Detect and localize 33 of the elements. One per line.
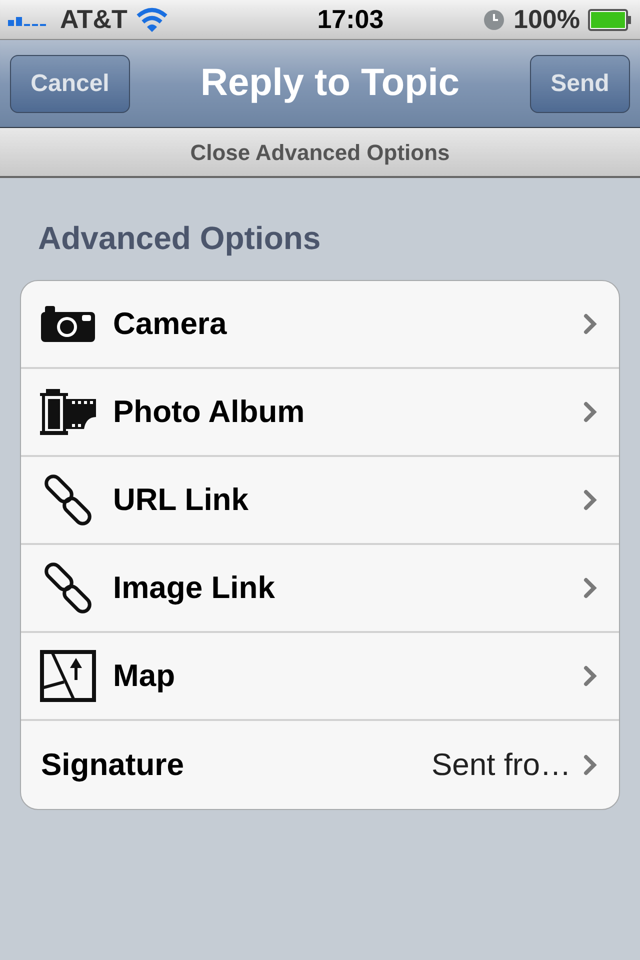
chevron-icon bbox=[583, 577, 597, 599]
row-label: Signature bbox=[41, 746, 185, 784]
row-label: URL Link bbox=[113, 480, 250, 519]
chevron-icon bbox=[583, 754, 597, 776]
camera-icon bbox=[41, 306, 95, 342]
chevron-icon bbox=[583, 401, 597, 423]
chevron-icon bbox=[583, 313, 597, 335]
screen-title: Reply to Topic bbox=[200, 61, 460, 106]
row-label: Photo Album bbox=[113, 392, 306, 431]
alarm-icon bbox=[483, 8, 506, 30]
chevron-icon bbox=[583, 665, 597, 687]
section-heading: Advanced Options bbox=[37, 219, 322, 258]
list-row[interactable]: Image Link bbox=[21, 545, 619, 633]
list-row[interactable]: Photo Album bbox=[21, 369, 619, 457]
row-value: Sent fro… bbox=[431, 746, 571, 784]
list-row[interactable]: Camera bbox=[21, 281, 619, 369]
list-row[interactable]: Signature Sent fro… bbox=[21, 721, 619, 809]
map-icon bbox=[40, 650, 96, 702]
battery-icon bbox=[588, 8, 632, 30]
chevron-icon bbox=[583, 489, 597, 511]
row-label: Camera bbox=[113, 304, 228, 343]
chain-link-icon bbox=[42, 562, 94, 614]
close-options-bar[interactable]: Close Advanced Options bbox=[0, 128, 640, 178]
wifi-icon bbox=[135, 6, 170, 32]
film-roll-icon bbox=[40, 389, 96, 435]
chain-link-icon bbox=[42, 474, 94, 526]
list-row[interactable]: URL Link bbox=[21, 457, 619, 545]
clock-time: 17:03 bbox=[317, 3, 384, 36]
row-label: Image Link bbox=[113, 568, 276, 607]
list-row[interactable]: Map bbox=[21, 633, 619, 721]
row-label: Map bbox=[113, 656, 176, 695]
battery-percent: 100% bbox=[513, 3, 580, 36]
carrier-name: AT&T bbox=[60, 3, 128, 36]
